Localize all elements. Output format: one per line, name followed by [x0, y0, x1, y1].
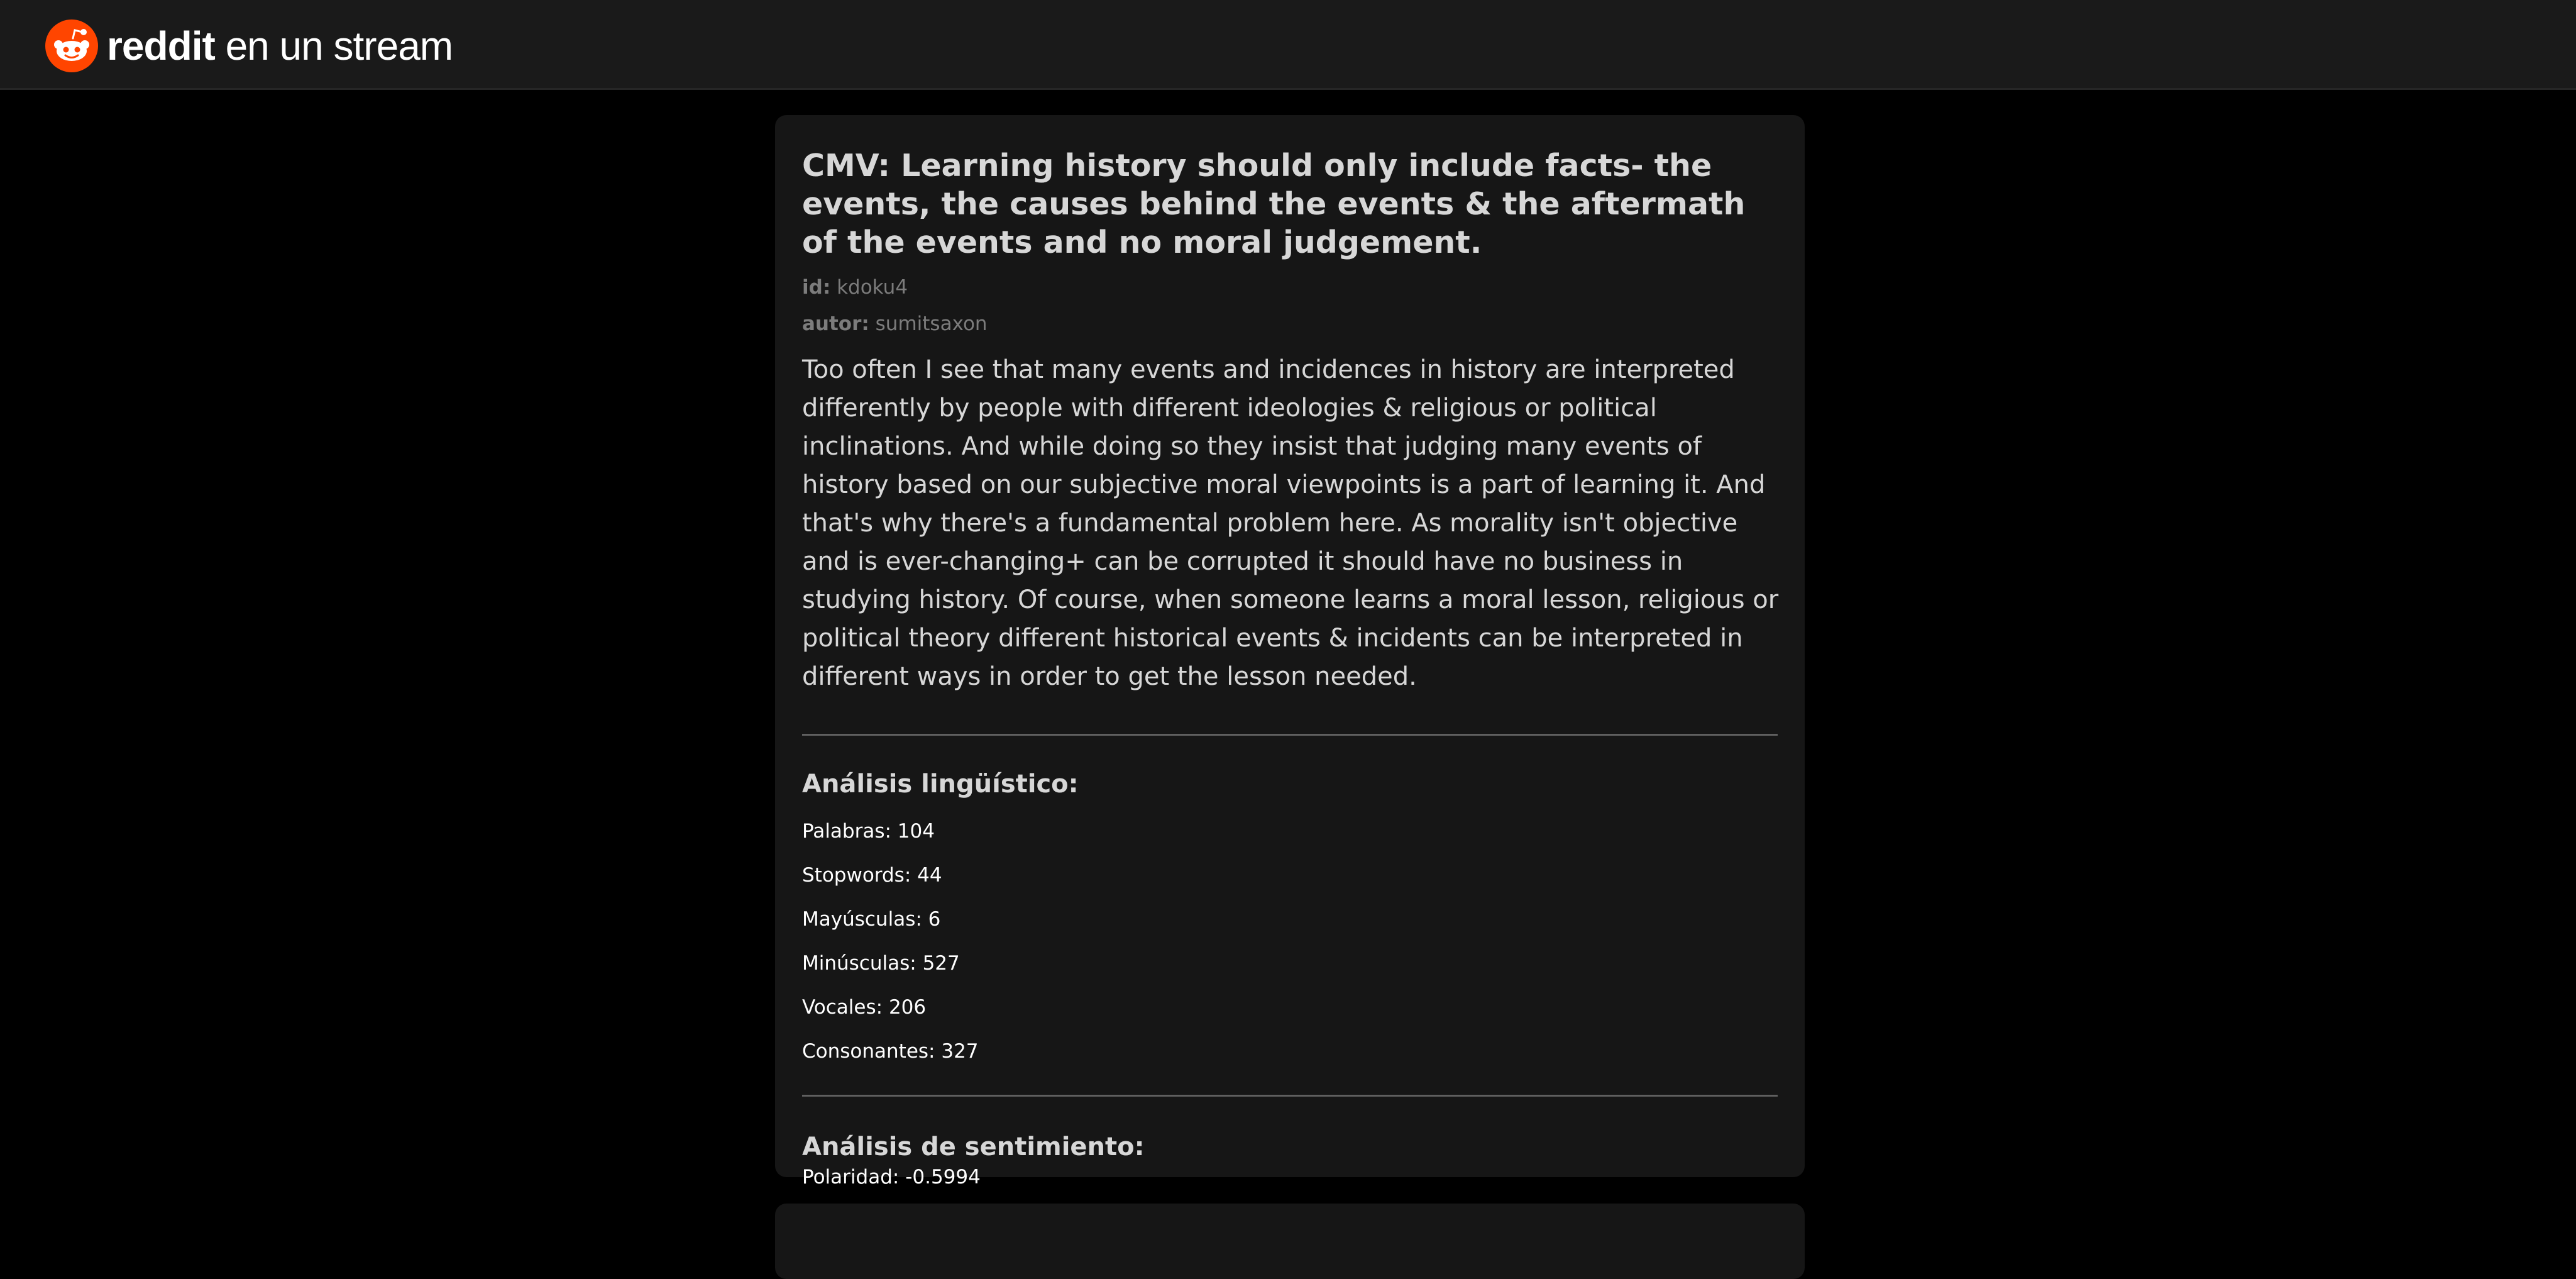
polarity-value: -0.5994 [905, 1166, 981, 1188]
stat-value: 104 [897, 820, 935, 843]
stat-mayusculas: Mayúsculas: 6 [802, 897, 1778, 941]
post-id-value: kdoku4 [837, 276, 908, 299]
stat-value: 6 [928, 908, 941, 931]
brand-name: reddit en un stream [107, 19, 453, 72]
stat-palabras: Palabras: 104 [802, 809, 1778, 853]
post-author-line: autor: sumitsaxon [802, 306, 1778, 342]
polarity-stat: Polaridad: -0.5994 [802, 1163, 1778, 1192]
brand-name-bold: reddit [107, 23, 216, 69]
post-author-label: autor: [802, 313, 869, 335]
post-card: CMV: Learning history should only includ… [775, 115, 1805, 1188]
stat-label: Minúsculas: [802, 952, 923, 975]
brand-logo[interactable]: reddit en un stream [45, 19, 453, 72]
linguistic-stats: Palabras: 104 Stopwords: 44 Mayúsculas: … [802, 809, 1778, 1073]
reddit-snoo-icon [45, 19, 98, 72]
stat-value: 44 [917, 864, 942, 887]
stat-minusculas: Minúsculas: 527 [802, 941, 1778, 985]
stat-value: 206 [888, 996, 927, 1019]
polarity-label: Polaridad: [802, 1166, 906, 1188]
stat-label: Consonantes: [802, 1040, 942, 1063]
next-post-card [775, 1204, 1805, 1279]
post-title: CMV: Learning history should only includ… [802, 148, 1746, 260]
divider [802, 734, 1778, 736]
stat-value: 327 [941, 1040, 979, 1063]
stat-label: Stopwords: [802, 864, 918, 887]
post-id-line: id: kdoku4 [802, 269, 1778, 306]
divider [802, 1095, 1778, 1097]
post-meta: id: kdoku4 autor: sumitsaxon [802, 269, 1778, 342]
stat-label: Palabras: [802, 820, 898, 843]
sentiment-analysis-title: Análisis de sentimiento: [802, 1132, 1145, 1161]
linguistic-analysis-title: Análisis lingüístico: [802, 770, 1079, 799]
brand-name-rest: en un stream [214, 23, 454, 69]
stat-consonantes: Consonantes: 327 [802, 1029, 1778, 1073]
stat-value: 527 [922, 952, 960, 975]
stat-stopwords: Stopwords: 44 [802, 853, 1778, 897]
post-id-label: id: [802, 276, 831, 299]
top-bar: reddit en un stream [0, 0, 2576, 90]
post-body: Too often I see that many events and inc… [802, 355, 1779, 691]
post-author-value: sumitsaxon [875, 313, 988, 335]
stat-label: Vocales: [802, 996, 889, 1019]
stat-label: Mayúsculas: [802, 908, 928, 931]
stat-vocales: Vocales: 206 [802, 985, 1778, 1029]
